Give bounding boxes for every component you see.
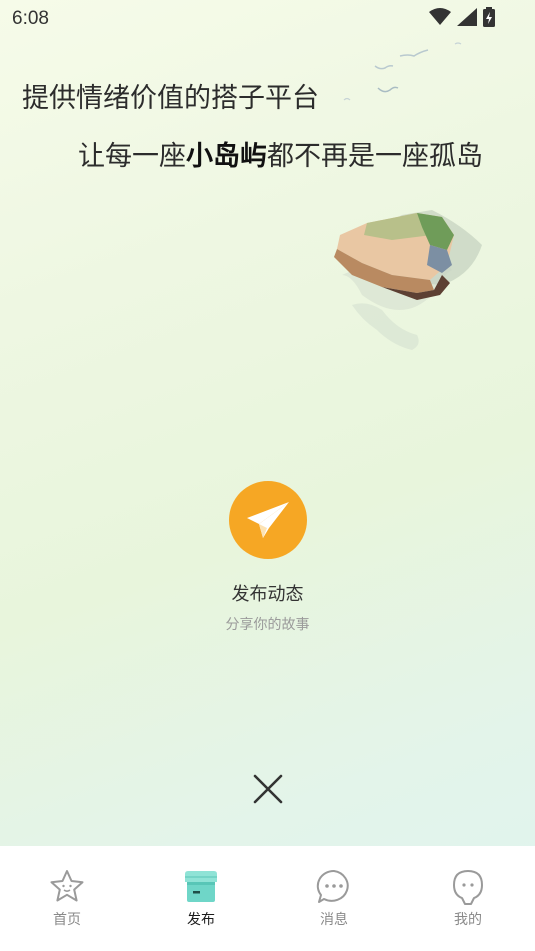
status-time: 6:08	[12, 8, 49, 29]
seagulls-illustration	[343, 42, 462, 101]
status-icons	[429, 7, 495, 27]
tab-publish[interactable]: 发布	[134, 846, 268, 946]
publish-button[interactable]	[229, 481, 307, 559]
signal-icon	[457, 8, 477, 26]
slogan-line-2-prefix: 让每一座	[78, 141, 186, 172]
publish-subtitle: 分享你的故事	[225, 617, 310, 633]
face-icon	[453, 870, 483, 905]
slogan-line-1: 提供情绪价值的搭子平台	[22, 83, 319, 114]
tab-mine-label: 我的	[454, 912, 482, 928]
battery-charging-icon	[483, 7, 495, 27]
slogan-line-2: 让每一座小岛屿都不再是一座孤岛	[78, 134, 483, 173]
publish-title[interactable]: 发布动态	[0, 580, 535, 606]
wifi-icon	[429, 8, 451, 25]
star-face-icon	[50, 870, 84, 902]
tab-mine[interactable]: 我的	[401, 846, 535, 946]
tab-messages-label: 消息	[320, 912, 348, 928]
chat-bubble-icon	[316, 869, 349, 903]
close-button[interactable]	[250, 771, 286, 807]
tab-publish-label: 发布	[187, 912, 215, 928]
status-bar: 6:08	[0, 0, 535, 36]
tab-home[interactable]: 首页	[0, 846, 134, 946]
tab-home-label: 首页	[53, 912, 81, 928]
bottom-tab-bar: 首页 发布 消息 我的	[0, 846, 535, 951]
paper-plane-icon	[247, 502, 289, 538]
close-icon	[253, 774, 283, 804]
shop-icon	[185, 871, 217, 902]
slogan-line-2-suffix: 都不再是一座孤岛	[267, 141, 483, 172]
island-illustration	[334, 210, 482, 350]
slogan-line-2-emphasis: 小岛屿	[186, 141, 267, 172]
tab-messages[interactable]: 消息	[267, 846, 401, 946]
